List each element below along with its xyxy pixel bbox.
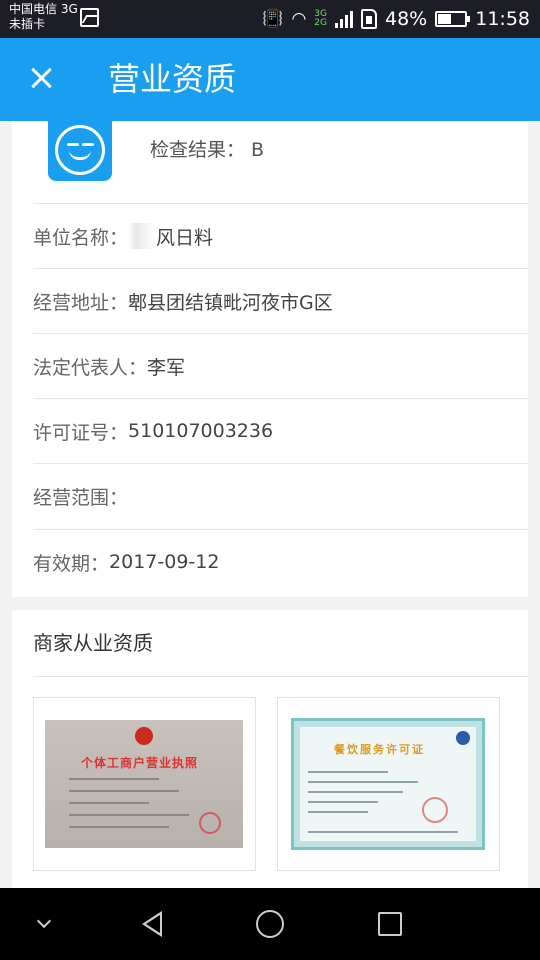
business-license-image: 个体工商户营业执照: [45, 720, 243, 848]
page-title: 营业资质: [108, 60, 237, 98]
sim-status: 未插卡: [9, 17, 46, 31]
chevron-down-icon[interactable]: [14, 888, 74, 960]
official-stamp-icon: [422, 797, 448, 823]
status-bar: 中国电信 3G 未插卡 📳 ◠ 3G 2G 48% 11:58: [0, 0, 540, 38]
address-row: 经营地址： 郫县团结镇毗河夜市G区: [33, 268, 528, 333]
certificate-title: 餐饮服务许可证: [334, 743, 425, 756]
inspection-result-row: 检查结果： B: [12, 121, 528, 203]
official-stamp-icon: [199, 812, 221, 834]
app-bar: 营业资质: [0, 38, 540, 121]
image-notification-icon: [80, 8, 99, 27]
unit-name-row: 单位名称： 风日料: [33, 203, 528, 268]
network-type-icon: 3G 2G: [314, 9, 327, 28]
scope-label: 经营范围：: [33, 486, 129, 509]
food-service-permit-thumbnail[interactable]: 餐饮服务许可证: [277, 697, 500, 871]
certificate-title: 个体工商户营业执照: [81, 756, 199, 770]
close-icon[interactable]: [27, 63, 57, 93]
unit-name-value: 风日料: [156, 226, 214, 249]
signal-icon: [335, 10, 353, 28]
legal-rep-value: 李军: [147, 356, 186, 379]
sim-card-icon: [361, 9, 377, 29]
home-icon[interactable]: [240, 888, 300, 960]
vibrate-icon: 📳: [262, 8, 284, 29]
license-value: 510107003236: [128, 420, 274, 442]
recents-icon[interactable]: [360, 888, 420, 960]
license-label: 许可证号：: [33, 421, 129, 444]
business-info-card: 检查结果： B 单位名称： 风日料 经营地址： 郫县团结镇毗河夜市G区 法定代表…: [12, 121, 528, 597]
validity-value: 2017-09-12: [109, 551, 220, 573]
business-license-thumbnail[interactable]: 个体工商户营业执照: [33, 697, 256, 871]
address-value: 郫县团结镇毗河夜市G区: [128, 291, 333, 314]
license-row: 许可证号： 510107003236: [33, 398, 528, 463]
battery-icon: [435, 11, 471, 27]
content-scroll-area[interactable]: 检查结果： B 单位名称： 风日料 经营地址： 郫县团结镇毗河夜市G区 法定代表…: [0, 121, 540, 888]
qualifications-title: 商家从业资质: [33, 631, 153, 655]
redacted-mark: [128, 223, 155, 249]
battery-percent: 48%: [385, 8, 428, 30]
clock: 11:58: [475, 8, 530, 30]
food-service-permit-image: 餐饮服务许可证: [291, 718, 485, 850]
legal-rep-row: 法定代表人： 李军: [33, 333, 528, 398]
back-icon[interactable]: [122, 888, 182, 960]
legal-rep-label: 法定代表人：: [33, 356, 148, 379]
unit-name-label: 单位名称：: [33, 226, 129, 249]
divider: [33, 676, 528, 677]
inspection-result: 检查结果： B: [150, 139, 265, 161]
navigation-bar: [0, 888, 540, 960]
smiley-face-icon: [48, 121, 112, 181]
validity-row: 有效期： 2017-09-12: [33, 529, 528, 594]
carrier-name: 中国电信 3G: [9, 2, 78, 16]
carrier-info: 中国电信 3G 未插卡: [9, 2, 78, 32]
wifi-icon: ◠: [291, 8, 307, 29]
status-icons: 📳 ◠ 3G 2G 48% 11:58: [262, 0, 530, 38]
address-label: 经营地址：: [33, 291, 129, 314]
validity-label: 有效期：: [33, 552, 110, 575]
scope-row: 经营范围：: [33, 463, 528, 528]
qualifications-card: 商家从业资质 个体工商户营业执照 餐饮服务许可证: [12, 610, 528, 888]
emblem-icon: [456, 731, 470, 745]
national-emblem-icon: [135, 727, 153, 745]
